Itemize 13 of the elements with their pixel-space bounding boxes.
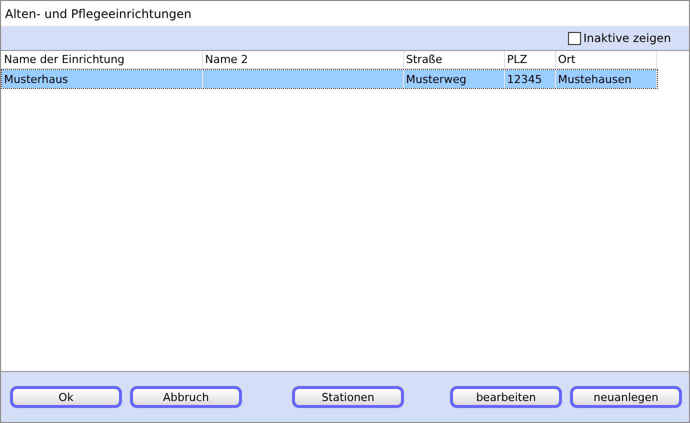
checkbox[interactable]	[568, 32, 582, 44]
window-title: Alten- und Pflegeeinrichtungen	[4, 6, 193, 22]
table-cell: Musterweg	[404, 70, 505, 88]
action-button[interactable]: bearbeiten	[450, 386, 562, 408]
action-button[interactable]: Stationen	[292, 386, 404, 408]
table-row[interactable]: Musterhaus Musterweg 12345 Mustehausen	[2, 70, 657, 88]
action-button[interactable]: Ok	[10, 386, 122, 408]
table-cell: Mustehausen	[556, 70, 657, 88]
action-button[interactable]: Abbruch	[130, 386, 242, 408]
table-cell: Musterhaus	[2, 70, 203, 88]
checkbox-label: Inaktive zeigen	[583, 31, 671, 45]
action-button[interactable]: neuanlegen	[570, 386, 682, 408]
table-cell: 12345	[505, 70, 556, 88]
